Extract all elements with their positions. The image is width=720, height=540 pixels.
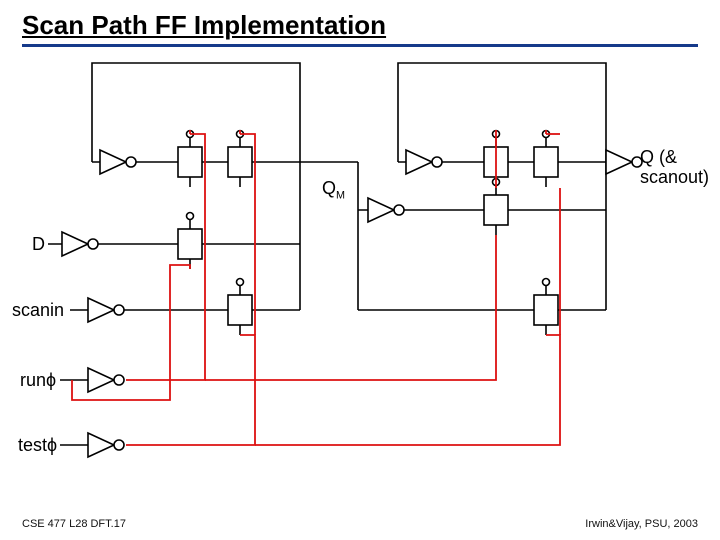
inverter <box>100 150 136 174</box>
inverter <box>88 298 124 322</box>
pass-transistor <box>534 279 558 336</box>
pass-transistor <box>228 279 252 336</box>
pass-transistor <box>178 131 202 188</box>
inverter <box>88 368 124 392</box>
pass-transistor <box>534 131 558 188</box>
slide: Scan Path FF Implementation QM Q (& scan… <box>0 0 720 540</box>
inverter <box>606 150 642 174</box>
inverter <box>368 198 404 222</box>
pass-transistor <box>178 213 202 270</box>
pass-transistor <box>228 131 252 188</box>
inverter <box>62 232 98 256</box>
schematic-diagram <box>0 0 720 540</box>
inverter <box>88 433 124 457</box>
master-black-wires <box>48 63 358 310</box>
inverter <box>406 150 442 174</box>
